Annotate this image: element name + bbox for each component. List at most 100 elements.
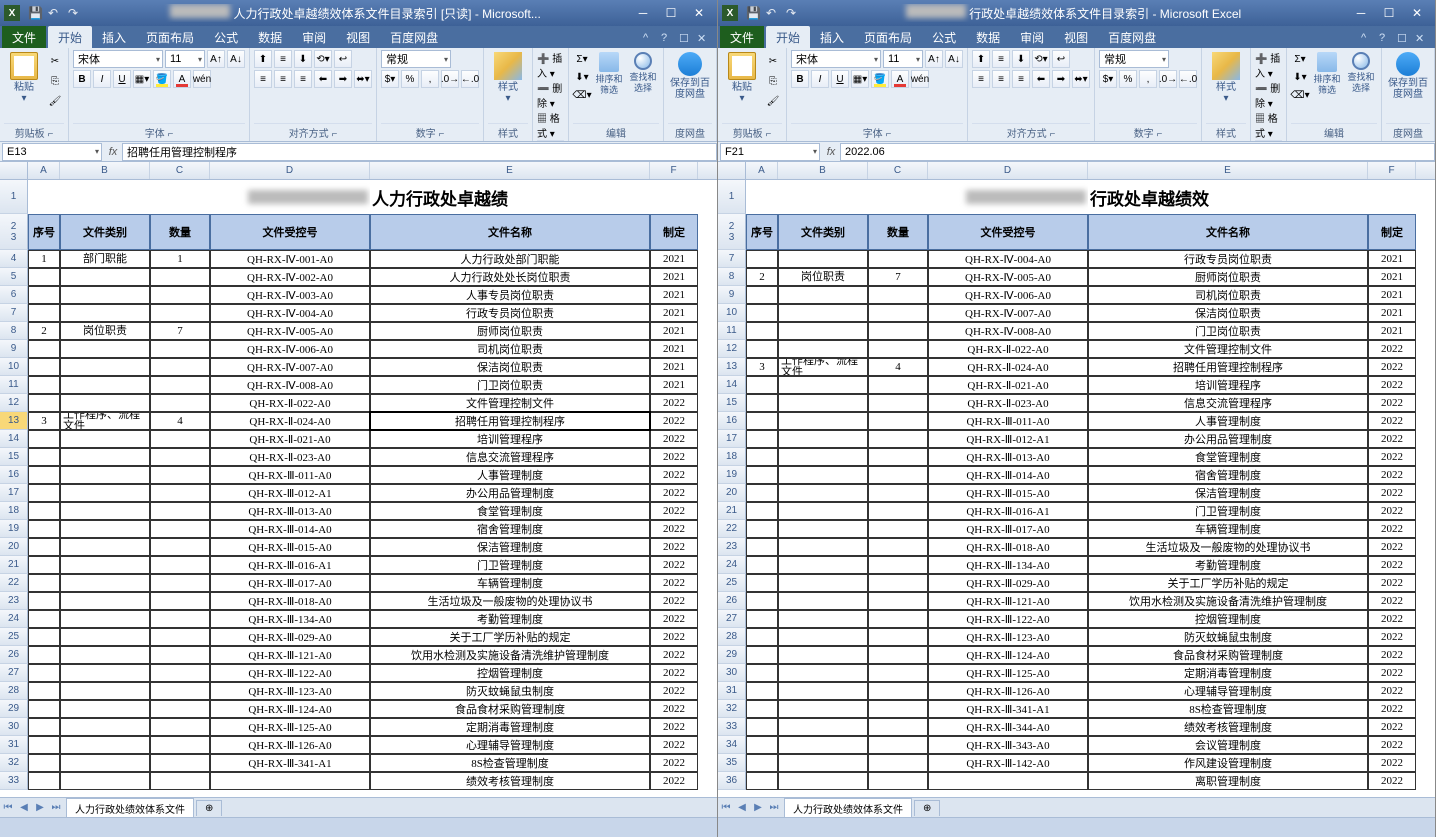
clear-button[interactable]: ⌫▾: [1291, 86, 1309, 104]
sheet-tab-new[interactable]: ⊕: [196, 800, 222, 816]
cell-A27[interactable]: [746, 610, 778, 628]
row-header-2-3[interactable]: 23: [718, 214, 746, 250]
cell-B4[interactable]: 部门职能: [60, 250, 150, 268]
cell-C12[interactable]: [868, 340, 928, 358]
row-header-27[interactable]: 27: [718, 610, 746, 628]
cell-F18[interactable]: 2022: [1368, 448, 1416, 466]
cell-B33[interactable]: [60, 772, 150, 790]
cell-F25[interactable]: 2022: [650, 628, 698, 646]
cell-D32[interactable]: QH-RX-Ⅲ-341-A1: [928, 700, 1088, 718]
cell-B7[interactable]: [60, 304, 150, 322]
row-header-35[interactable]: 35: [718, 754, 746, 772]
cell-E36[interactable]: 离职管理制度: [1088, 772, 1368, 790]
cell-C17[interactable]: [150, 484, 210, 502]
cell-A10[interactable]: [746, 304, 778, 322]
sheet-tab-new[interactable]: ⊕: [914, 800, 940, 816]
cell-D8[interactable]: QH-RX-Ⅳ-005-A0: [210, 322, 370, 340]
cell-C20[interactable]: [150, 538, 210, 556]
cell-C25[interactable]: [868, 574, 928, 592]
cell-B22[interactable]: [60, 574, 150, 592]
cell-A15[interactable]: [746, 394, 778, 412]
cell-C33[interactable]: [868, 718, 928, 736]
cell-D31[interactable]: QH-RX-Ⅲ-126-A0: [928, 682, 1088, 700]
cell-D34[interactable]: QH-RX-Ⅲ-343-A0: [928, 736, 1088, 754]
cell-C15[interactable]: [868, 394, 928, 412]
copy-button[interactable]: ⎘: [764, 72, 782, 90]
cell-D10[interactable]: QH-RX-Ⅳ-007-A0: [928, 304, 1088, 322]
insert-cells-button[interactable]: ➕ 插入 ▾: [1255, 50, 1282, 80]
cell-B13[interactable]: 工作程序、流程文件: [778, 358, 868, 376]
cell-F11[interactable]: 2021: [1368, 322, 1416, 340]
cell-F10[interactable]: 2021: [650, 358, 698, 376]
cell-A10[interactable]: [28, 358, 60, 376]
cell-C32[interactable]: [150, 754, 210, 772]
ribbon-tab-1[interactable]: 插入: [92, 26, 136, 48]
cell-B16[interactable]: [60, 466, 150, 484]
cell-D22[interactable]: QH-RX-Ⅲ-017-A0: [210, 574, 370, 592]
cell-F20[interactable]: 2022: [1368, 484, 1416, 502]
row-header-10[interactable]: 10: [0, 358, 28, 376]
decrease-decimal-button[interactable]: ←.0: [461, 70, 479, 88]
row-header-29[interactable]: 29: [0, 700, 28, 718]
cell-F9[interactable]: 2021: [650, 340, 698, 358]
ribbon-tab-6[interactable]: 视图: [336, 26, 380, 48]
row-header-7[interactable]: 7: [0, 304, 28, 322]
autosum-button[interactable]: Σ▾: [1291, 50, 1309, 68]
delete-cells-button[interactable]: ➖ 删除 ▾: [537, 80, 564, 110]
cell-B18[interactable]: [778, 448, 868, 466]
cell-B24[interactable]: [60, 610, 150, 628]
cut-button[interactable]: ✂: [46, 52, 64, 70]
cell-D23[interactable]: QH-RX-Ⅲ-018-A0: [210, 592, 370, 610]
row-header-32[interactable]: 32: [0, 754, 28, 772]
cell-E20[interactable]: 保洁管理制度: [370, 538, 650, 556]
row-header-29[interactable]: 29: [718, 646, 746, 664]
cell-B8[interactable]: 岗位职责: [60, 322, 150, 340]
cell-A23[interactable]: [746, 538, 778, 556]
font-size-combo[interactable]: 11: [883, 50, 923, 68]
cell-A11[interactable]: [28, 376, 60, 394]
cell-E34[interactable]: 会议管理制度: [1088, 736, 1368, 754]
cell-D12[interactable]: QH-RX-Ⅱ-022-A0: [210, 394, 370, 412]
row-header-19[interactable]: 19: [0, 520, 28, 538]
indent-decrease-button[interactable]: ⬅: [1032, 70, 1050, 88]
cell-C21[interactable]: [150, 556, 210, 574]
cell-E15[interactable]: 信息交流管理程序: [1088, 394, 1368, 412]
maximize-button[interactable]: ☐: [657, 4, 685, 22]
cell-A12[interactable]: [28, 394, 60, 412]
cell-D19[interactable]: QH-RX-Ⅲ-014-A0: [928, 466, 1088, 484]
cell-C9[interactable]: [150, 340, 210, 358]
cell-A26[interactable]: [28, 646, 60, 664]
formula-input[interactable]: 2022.06: [840, 143, 1435, 161]
cell-E13[interactable]: 招聘任用管理控制程序: [370, 412, 650, 430]
cell-A35[interactable]: [746, 754, 778, 772]
row-header-15[interactable]: 15: [718, 394, 746, 412]
cell-D5[interactable]: QH-RX-Ⅳ-002-A0: [210, 268, 370, 286]
cell-E4[interactable]: 人力行政处部门职能: [370, 250, 650, 268]
row-header-12[interactable]: 12: [0, 394, 28, 412]
cell-A13[interactable]: 3: [746, 358, 778, 376]
cell-B15[interactable]: [778, 394, 868, 412]
border-button[interactable]: ▦▾: [851, 70, 869, 88]
comma-button[interactable]: ,: [1139, 70, 1157, 88]
cell-B25[interactable]: [778, 574, 868, 592]
cell-C16[interactable]: [150, 466, 210, 484]
row-header-6[interactable]: 6: [0, 286, 28, 304]
cell-F12[interactable]: 2022: [1368, 340, 1416, 358]
cell-F27[interactable]: 2022: [650, 664, 698, 682]
styles-button[interactable]: 样式▾: [488, 50, 528, 104]
cell-C34[interactable]: [868, 736, 928, 754]
cell-B23[interactable]: [778, 538, 868, 556]
name-box[interactable]: E13: [2, 143, 102, 161]
cell-D18[interactable]: QH-RX-Ⅲ-013-A0: [210, 502, 370, 520]
decrease-font-button[interactable]: A↓: [945, 50, 963, 68]
cell-E23[interactable]: 生活垃圾及一般废物的处理协议书: [1088, 538, 1368, 556]
cell-B14[interactable]: [60, 430, 150, 448]
orientation-button[interactable]: ⟲▾: [314, 50, 332, 68]
row-header-8[interactable]: 8: [718, 268, 746, 286]
row-header-30[interactable]: 30: [0, 718, 28, 736]
close-workbook-icon[interactable]: ✕: [697, 32, 713, 48]
cell-E22[interactable]: 车辆管理制度: [1088, 520, 1368, 538]
row-header-7[interactable]: 7: [718, 250, 746, 268]
cell-D20[interactable]: QH-RX-Ⅲ-015-A0: [928, 484, 1088, 502]
col-header-A[interactable]: A: [746, 162, 778, 179]
